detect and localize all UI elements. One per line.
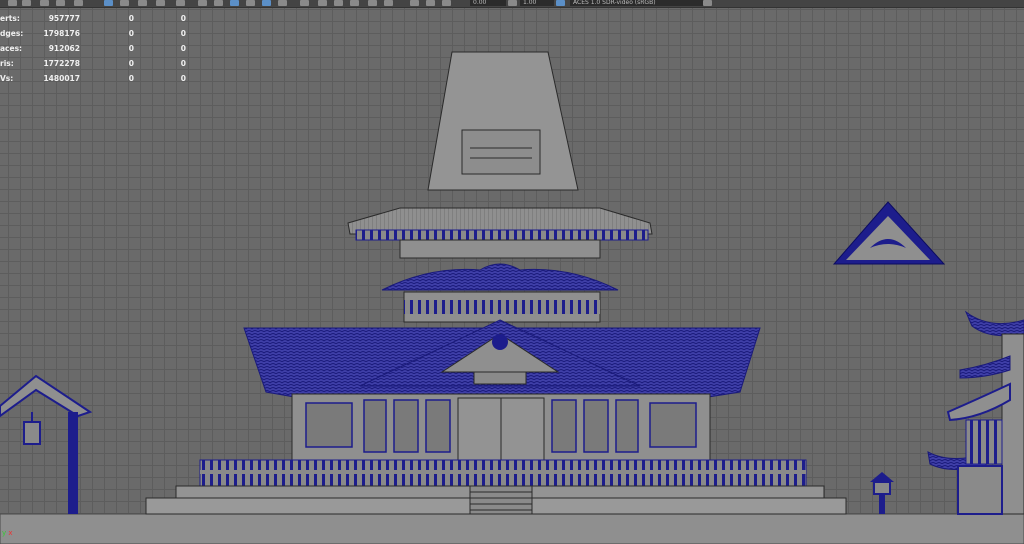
hud-value-selected: 0 (128, 59, 134, 68)
gamma-field[interactable]: 1.00 (520, 0, 554, 6)
depth-of-field-icon[interactable] (334, 0, 343, 6)
chevron-down-icon[interactable] (703, 0, 712, 6)
stone-lantern[interactable] (870, 472, 894, 514)
hud-value-uv: 0 (180, 44, 186, 53)
hud-value: 1480017 (43, 74, 80, 83)
safe-action-icon[interactable] (410, 0, 419, 6)
hud-value: 912062 (48, 44, 80, 53)
ambient-occlusion-icon[interactable] (214, 0, 223, 6)
resolution-gate-icon[interactable] (350, 0, 359, 6)
wireframe-on-shaded-icon[interactable] (230, 0, 239, 6)
hud-value: 957777 (48, 14, 80, 23)
gable-ornament[interactable] (832, 201, 946, 265)
safe-title-icon[interactable] (426, 0, 435, 6)
lights-icon[interactable] (176, 0, 185, 6)
exposure-icon[interactable] (442, 0, 451, 6)
hud-value-uv: 0 (180, 59, 186, 68)
hud-value-selected: 0 (128, 44, 134, 53)
view-transform-select[interactable]: ACES 1.0 SDR-video (sRGB) (570, 0, 706, 6)
view-axis-indicator: y x (2, 529, 13, 537)
left-pavilion[interactable] (0, 374, 93, 514)
smooth-shade-icon[interactable] (138, 0, 147, 6)
select-icon[interactable] (22, 0, 31, 6)
hud-label: erts: (0, 14, 20, 23)
shadows-icon[interactable] (198, 0, 207, 6)
viewport-toolbar: 0.00 1.00 ACES 1.0 SDR-video (sRGB) (0, 0, 1024, 8)
orthographic-viewport[interactable]: erts: 957777 0 0 dges: 1798176 0 0 aces:… (0, 8, 1024, 544)
scene-canvas[interactable] (0, 8, 1024, 544)
hud-value: 1772278 (43, 59, 80, 68)
grid-icon[interactable] (104, 0, 113, 6)
exposure-field[interactable]: 0.00 (470, 0, 506, 6)
xray-icon[interactable] (246, 0, 255, 6)
hud-value-uv: 0 (180, 74, 186, 83)
wireframe-icon[interactable] (120, 0, 129, 6)
bookmark-icon[interactable] (56, 0, 65, 6)
hud-value-selected: 0 (128, 29, 134, 38)
isolate-select-icon[interactable] (278, 0, 287, 6)
color-management-icon[interactable] (556, 0, 565, 6)
hud-value-selected: 0 (128, 14, 134, 23)
hud-value: 1798176 (43, 29, 80, 38)
hud-label: ris: (0, 59, 14, 68)
hud-value-uv: 0 (180, 14, 186, 23)
field-chart-icon[interactable] (384, 0, 393, 6)
axis-y-label: y (2, 529, 7, 537)
camera-icon[interactable] (8, 0, 17, 6)
xray-joints-icon[interactable] (262, 0, 271, 6)
ground-plane (0, 513, 1024, 544)
right-tower[interactable] (927, 310, 1024, 515)
film-gate-icon[interactable] (74, 0, 83, 6)
hud-label: Vs: (0, 74, 14, 83)
gamma-icon[interactable] (508, 0, 517, 6)
hud-value-selected: 0 (128, 74, 134, 83)
axis-x-label: x (8, 529, 13, 537)
hud-value-uv: 0 (180, 29, 186, 38)
lock-icon[interactable] (40, 0, 49, 6)
gate-mask-icon[interactable] (368, 0, 377, 6)
textured-icon[interactable] (156, 0, 165, 6)
hud-label: aces: (0, 44, 23, 53)
anti-aliasing-icon[interactable] (318, 0, 327, 6)
main-temple[interactable] (145, 51, 847, 515)
motion-blur-icon[interactable] (300, 0, 309, 6)
